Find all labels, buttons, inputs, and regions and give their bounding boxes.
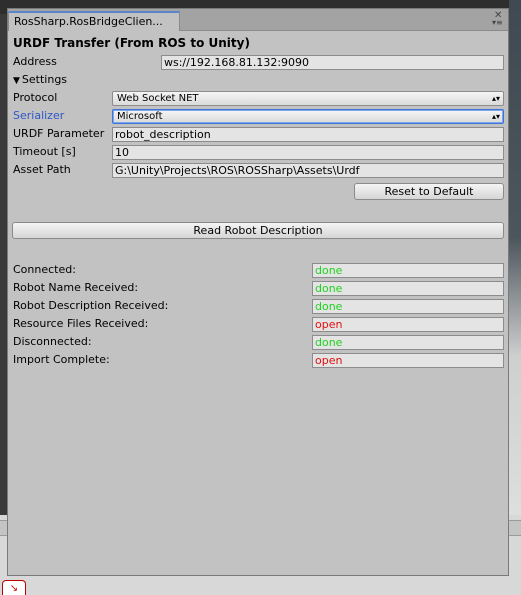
serializer-dropdown[interactable]: Microsoft ▴▾ xyxy=(112,109,504,124)
status-label: Robot Name Received: xyxy=(13,281,139,294)
window-tab[interactable]: RosSharp.RosBridgeClien... xyxy=(8,11,180,31)
status-value: open xyxy=(312,317,504,332)
dropdown-arrows-icon: ▴▾ xyxy=(491,94,500,103)
status-label: Resource Files Received: xyxy=(13,317,149,330)
protocol-value: Web Socket NET xyxy=(117,93,199,104)
window-tab-label: RosSharp.RosBridgeClien... xyxy=(14,15,163,28)
protocol-label: Protocol xyxy=(13,91,58,104)
status-value: done xyxy=(312,281,504,296)
status-value: done xyxy=(312,263,504,278)
settings-label: Settings xyxy=(21,73,68,86)
panel-heading: URDF Transfer (From ROS to Unity) xyxy=(13,36,250,50)
serializer-label: Serializer xyxy=(13,109,65,122)
editor-window: RosSharp.RosBridgeClien... ✕ ▾≡ URDF Tra… xyxy=(7,8,509,576)
editor-background-right xyxy=(509,0,521,595)
status-label: Connected: xyxy=(13,263,76,276)
reset-to-default-button[interactable]: Reset to Default xyxy=(354,183,504,200)
timeout-field[interactable]: 10 xyxy=(112,145,504,160)
serializer-value: Microsoft xyxy=(117,111,163,122)
status-value: done xyxy=(312,335,504,350)
asset-path-field[interactable]: G:\Unity\Projects\ROS\ROSSharp\Assets\Ur… xyxy=(112,163,504,178)
asset-path-label: Asset Path xyxy=(13,163,71,176)
urdf-parameter-label: URDF Parameter xyxy=(13,127,105,140)
status-value: done xyxy=(312,299,504,314)
protocol-dropdown[interactable]: Web Socket NET ▴▾ xyxy=(112,91,504,106)
address-field[interactable]: ws://192.168.81.132:9090 xyxy=(161,55,504,70)
urdf-parameter-field[interactable]: robot_description xyxy=(112,127,504,142)
status-label: Disconnected: xyxy=(13,335,92,348)
address-label: Address xyxy=(13,55,57,68)
settings-foldout[interactable]: ▼ Settings xyxy=(13,72,67,89)
status-label: Import Complete: xyxy=(13,353,110,366)
foldout-arrow-icon: ▼ xyxy=(13,76,20,86)
pdf-icon[interactable]: ↘ xyxy=(2,580,26,595)
dropdown-arrows-icon: ▴▾ xyxy=(491,112,500,121)
menu-icon[interactable]: ▾≡ xyxy=(492,18,503,27)
tab-bar: RosSharp.RosBridgeClien... ✕ ▾≡ xyxy=(8,9,508,31)
status-label: Robot Description Received: xyxy=(13,299,169,312)
status-value: open xyxy=(312,353,504,368)
read-robot-description-button[interactable]: Read Robot Description xyxy=(12,222,504,239)
timeout-label: Timeout [s] xyxy=(13,145,76,158)
